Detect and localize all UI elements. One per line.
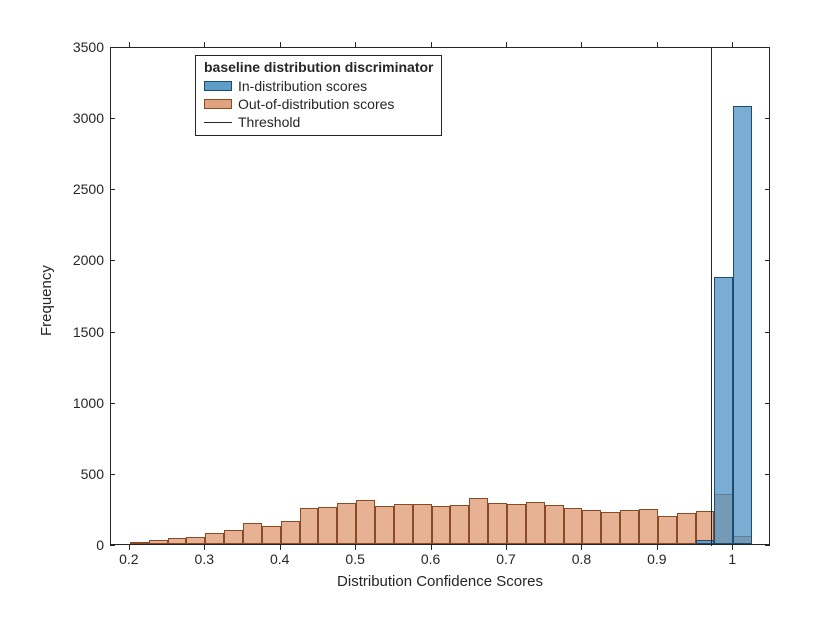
x-tick-label: 0.3 — [195, 551, 214, 567]
histogram-bar — [620, 510, 639, 544]
y-tick — [765, 260, 770, 261]
legend-entry-in: In-distribution scores — [204, 77, 433, 95]
y-tick — [110, 403, 115, 404]
y-tick-label: 3500 — [68, 39, 104, 55]
histogram-bar — [601, 512, 620, 544]
y-tick — [765, 403, 770, 404]
y-tick-label: 1500 — [68, 324, 104, 340]
x-tick-label: 0.4 — [270, 551, 289, 567]
x-tick — [431, 42, 432, 47]
histogram-bar — [582, 510, 601, 544]
y-tick — [765, 47, 770, 48]
legend-label: Threshold — [238, 113, 300, 131]
x-tick — [280, 545, 281, 550]
histogram-bar — [243, 523, 262, 544]
x-tick — [732, 545, 733, 550]
x-tick — [506, 42, 507, 47]
histogram-bar — [337, 503, 356, 544]
legend-label: Out-of-distribution scores — [238, 95, 394, 113]
histogram-bar — [733, 106, 752, 544]
histogram-bar — [205, 533, 224, 544]
legend-entry-threshold: Threshold — [204, 113, 433, 131]
legend: baseline distribution discriminator In-d… — [195, 55, 442, 136]
histogram-bar — [413, 504, 432, 544]
histogram-bar — [356, 500, 375, 544]
legend-swatch-in — [204, 81, 232, 91]
histogram-bar — [564, 508, 583, 544]
x-tick — [657, 545, 658, 550]
y-tick — [110, 332, 115, 333]
y-axis-label: Frequency — [38, 265, 55, 336]
y-tick — [110, 47, 115, 48]
histogram-bar — [432, 506, 451, 544]
x-tick — [506, 545, 507, 550]
y-tick-label: 2000 — [68, 252, 104, 268]
histogram-bar — [488, 503, 507, 544]
histogram-bar — [714, 277, 733, 544]
y-tick — [110, 545, 115, 546]
x-tick — [732, 42, 733, 47]
histogram-bar — [300, 508, 319, 544]
x-tick — [129, 42, 130, 47]
y-tick-label: 2500 — [68, 181, 104, 197]
y-tick — [110, 189, 115, 190]
x-tick — [431, 545, 432, 550]
x-tick — [129, 545, 130, 550]
y-tick-label: 3000 — [68, 110, 104, 126]
x-tick — [581, 545, 582, 550]
y-tick — [765, 189, 770, 190]
y-tick-label: 0 — [92, 537, 104, 553]
y-tick — [110, 118, 115, 119]
histogram-bar — [677, 513, 696, 544]
histogram-bar — [318, 507, 337, 544]
y-tick — [110, 260, 115, 261]
histogram-bar — [450, 505, 469, 544]
y-tick-label: 1000 — [68, 395, 104, 411]
histogram-bar — [507, 504, 526, 544]
legend-title: baseline distribution discriminator — [204, 58, 433, 77]
legend-swatch-threshold — [204, 122, 232, 123]
histogram-bar — [262, 526, 281, 544]
legend-swatch-out — [204, 99, 232, 109]
x-tick-label: 0.5 — [345, 551, 364, 567]
x-tick — [355, 545, 356, 550]
y-tick — [765, 474, 770, 475]
histogram-bar — [639, 509, 658, 544]
x-tick-label: 0.9 — [647, 551, 666, 567]
histogram-bar — [149, 540, 168, 544]
y-tick — [765, 118, 770, 119]
x-tick — [204, 545, 205, 550]
legend-label: In-distribution scores — [238, 77, 367, 95]
threshold-line — [711, 48, 712, 546]
histogram-bar — [281, 521, 300, 544]
histogram-bar — [375, 506, 394, 544]
x-tick-label: 0.7 — [496, 551, 515, 567]
x-tick-label: 0.8 — [572, 551, 591, 567]
x-tick — [657, 42, 658, 47]
x-tick — [280, 42, 281, 47]
histogram-bar — [545, 505, 564, 544]
histogram-bar — [394, 504, 413, 544]
legend-entry-out: Out-of-distribution scores — [204, 95, 433, 113]
y-tick — [765, 545, 770, 546]
y-tick — [765, 332, 770, 333]
histogram-bar — [224, 530, 243, 544]
x-tick-label: 1 — [728, 551, 736, 567]
histogram-bar — [526, 502, 545, 544]
x-tick — [355, 42, 356, 47]
x-tick — [581, 42, 582, 47]
histogram-bar — [186, 537, 205, 544]
y-tick — [110, 474, 115, 475]
x-axis-label: Distribution Confidence Scores — [110, 573, 770, 590]
y-tick-label: 500 — [76, 466, 104, 482]
histogram-bar — [658, 516, 677, 544]
histogram-bar — [168, 538, 187, 544]
x-tick-label: 0.2 — [119, 551, 138, 567]
histogram-bar — [469, 498, 488, 544]
x-tick-label: 0.6 — [421, 551, 440, 567]
x-tick — [204, 42, 205, 47]
histogram-bar — [130, 542, 149, 544]
